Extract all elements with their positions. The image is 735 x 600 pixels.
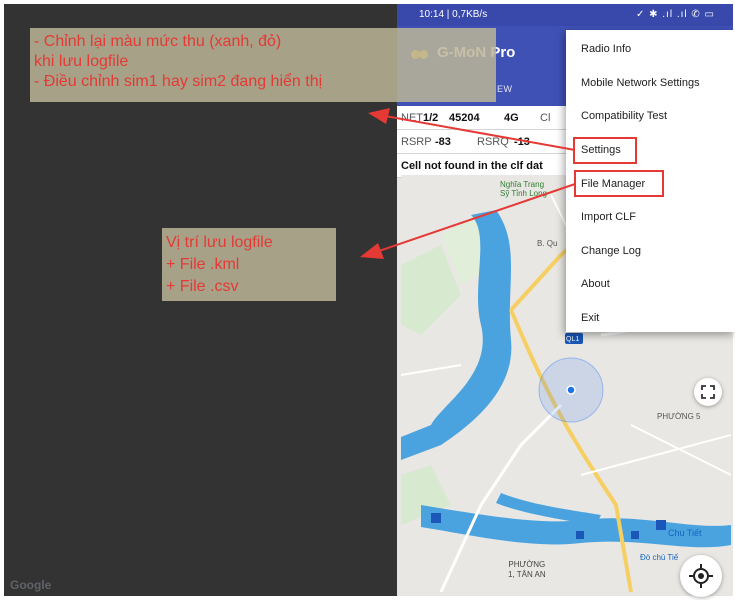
file-manager-highlight-box	[574, 170, 664, 197]
map-label-nghia-trang: Nghĩa Trang Sỹ Tỉnh Long	[500, 180, 547, 198]
menu-item-change-log[interactable]: Change Log	[566, 236, 735, 266]
sim-value: 1/2	[423, 112, 439, 124]
net-label: NET	[401, 112, 423, 124]
settings-highlight-box	[573, 137, 637, 164]
rsrq-label: RSRQ	[477, 136, 509, 148]
route-badge-label: QL1	[566, 336, 580, 343]
menu-item-import-clf[interactable]: Import CLF	[566, 202, 735, 232]
menu-item-label: Compatibility Test	[581, 110, 667, 122]
rsrp-value: -83	[435, 136, 451, 148]
annotation-line: Vị trí lưu logfile	[166, 234, 273, 251]
fullscreen-button[interactable]	[694, 378, 722, 406]
annotation-line: + File .csv	[166, 278, 239, 295]
menu-item-label: Import CLF	[581, 211, 637, 223]
menu-item-label: About	[581, 278, 610, 290]
map-place-phuong-1-line2: 1, TÂN AN	[508, 570, 546, 579]
network-trailing: Cl	[540, 112, 551, 124]
map-place-phuong-1: PHƯỜNG 1, TÂN AN	[508, 560, 546, 580]
google-logo: Google	[10, 578, 52, 592]
crosshair-icon	[689, 564, 713, 588]
annotation-line: - Điều chỉnh sim1 hay sim2 đang hiển thị	[34, 73, 323, 90]
network-tech: 4G	[504, 112, 519, 124]
map-place-do-chu-tiet: Đò chú Tiế	[640, 553, 679, 562]
menu-item-compatibility-test[interactable]: Compatibility Test	[566, 101, 735, 131]
map-place-phuong-5: PHƯỜNG 5	[657, 412, 701, 421]
map-place-chu-tiet: Chu Tiết	[668, 528, 702, 538]
status-bar: 10:14 | 0,7KB/s ✓ ✱ .ıl .ıl ✆ ▭	[397, 4, 733, 26]
menu-item-about[interactable]: About	[566, 269, 735, 299]
annotation-line: khi lưu logfile	[34, 53, 129, 70]
annotation-line: + File .kml	[166, 256, 240, 273]
menu-item-label: Exit	[581, 312, 600, 324]
status-time: 10:14 | 0,7KB/s	[419, 9, 488, 20]
menu-item-radio-info[interactable]: Radio Info	[566, 34, 735, 64]
menu-item-label: Radio Info	[581, 43, 632, 55]
my-location-button[interactable]	[680, 555, 722, 597]
tab-overview[interactable]: EW	[497, 84, 513, 94]
network-code: 45204	[449, 112, 480, 124]
cell-not-found-message: Cell not found in the clf dat	[401, 160, 543, 172]
annotation-settings-note: - Chỉnh lại màu mức thu (xanh, đỏ) khi l…	[30, 28, 496, 102]
annotation-line: - Chỉnh lại màu mức thu (xanh, đỏ)	[34, 33, 282, 50]
menu-item-mobile-network-settings[interactable]: Mobile Network Settings	[566, 68, 735, 98]
map-label-nghia-trang-line1: Nghĩa Trang	[500, 180, 545, 189]
status-icons: ✓ ✱ .ıl .ıl ✆ ▭	[635, 9, 715, 20]
menu-item-exit[interactable]: Exit	[566, 303, 735, 333]
map-label-nghia-trang-line2: Sỹ Tỉnh Long	[500, 189, 547, 198]
annotation-file-manager-note: Vị trí lưu logfile + File .kml + File .c…	[162, 228, 336, 301]
menu-item-label: Mobile Network Settings	[581, 77, 700, 89]
map-place-phuong-1-line1: PHƯỜNG	[508, 560, 546, 569]
map-road-label: B. Qu	[537, 239, 558, 248]
menu-item-label: Change Log	[581, 245, 641, 257]
rsrp-label: RSRP	[401, 136, 432, 148]
expand-icon	[701, 385, 715, 399]
rsrq-value: -13	[514, 136, 530, 148]
